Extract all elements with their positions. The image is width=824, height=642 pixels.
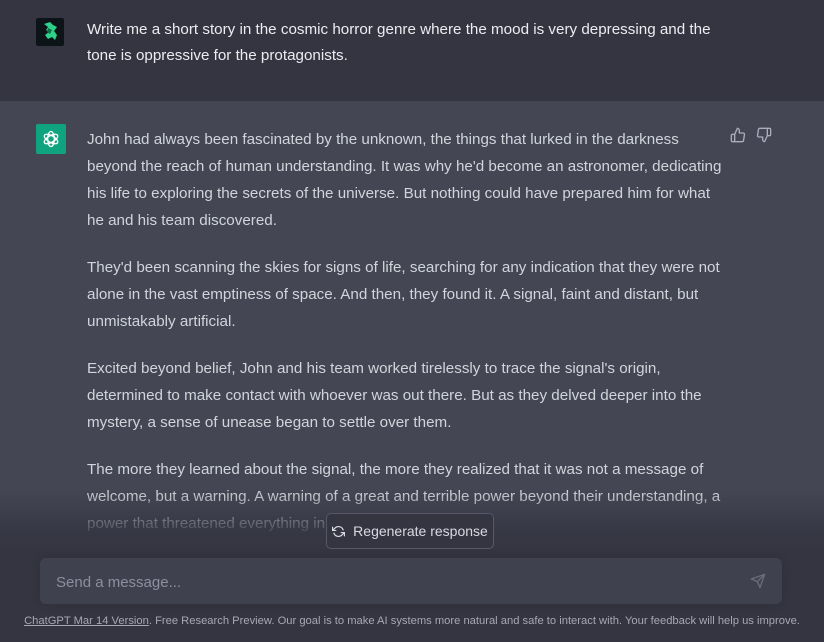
footer-text: . Free Research Preview. Our goal is to … (148, 615, 800, 627)
send-icon[interactable] (750, 573, 766, 589)
regenerate-response-button[interactable]: Regenerate response (326, 513, 494, 549)
feedback-controls (730, 127, 772, 143)
story-paragraph: John had always been fascinated by the u… (87, 131, 722, 229)
regenerate-label: Regenerate response (353, 523, 488, 539)
thumbs-up-icon[interactable] (730, 127, 746, 143)
user-message-row: Write me a short story in the cosmic hor… (0, 0, 824, 102)
message-input[interactable] (54, 558, 738, 606)
message-input-box (40, 558, 782, 606)
thumbs-down-icon[interactable] (756, 127, 772, 143)
assistant-message-text: John had always been fascinated by the u… (87, 126, 727, 557)
chatgpt-logo-icon (36, 124, 66, 154)
user-message-text: Write me a short story in the cosmic hor… (87, 21, 711, 64)
refresh-icon (332, 525, 346, 538)
version-link[interactable]: ChatGPT Mar 14 Version (24, 615, 149, 627)
user-avatar-icon (36, 18, 64, 46)
story-paragraph: Excited beyond belief, John and his team… (87, 360, 702, 431)
story-paragraph: They'd been scanning the skies for signs… (87, 259, 720, 330)
footer-disclaimer: ChatGPT Mar 14 Version. Free Research Pr… (0, 615, 824, 627)
